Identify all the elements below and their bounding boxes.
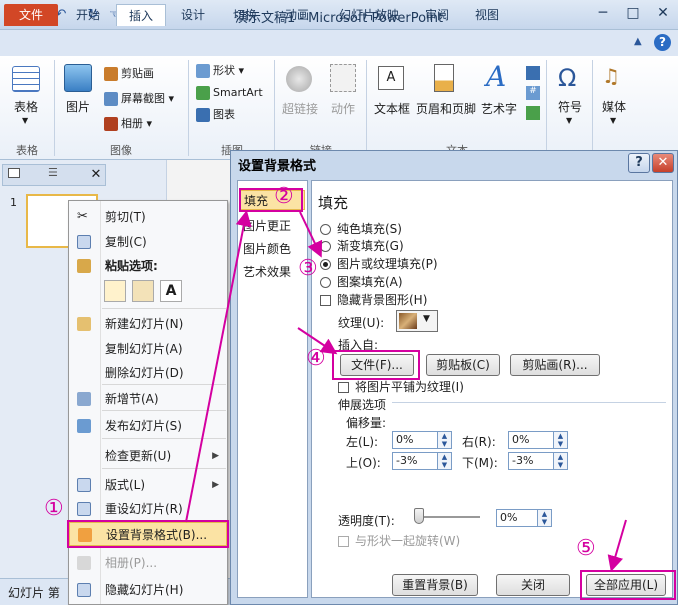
arrow-to-picture-fill — [299, 211, 323, 258]
arrow-to-fill — [185, 210, 252, 523]
annotation-arrows — [185, 210, 627, 572]
arrow-to-apply-all — [607, 519, 627, 572]
arrow-to-file — [297, 327, 338, 355]
